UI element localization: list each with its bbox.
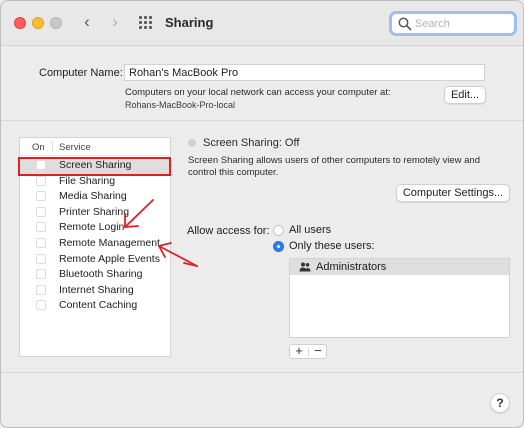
edit-hostname-button[interactable]: Edit...	[444, 86, 486, 104]
computer-name-field[interactable]	[124, 64, 485, 81]
all-users-label[interactable]: All users	[289, 224, 331, 236]
service-row[interactable]: Internet Sharing	[20, 283, 170, 299]
service-label: Internet Sharing	[59, 283, 134, 296]
forward-chevron-icon[interactable]: ›	[106, 13, 124, 33]
service-row[interactable]: Content Caching	[20, 298, 170, 314]
allowed-users-list: Administrators	[289, 258, 510, 338]
service-label: Remote Management	[59, 237, 160, 249]
service-checkbox[interactable]	[36, 253, 46, 264]
service-row[interactable]: Remote Login	[20, 220, 170, 236]
service-label: Media Sharing	[59, 190, 127, 203]
service-row[interactable]: Printer Sharing	[20, 205, 170, 221]
service-checkbox[interactable]	[36, 206, 46, 217]
service-row[interactable]: Remote Apple Events	[20, 252, 170, 268]
service-row[interactable]: Bluetooth Sharing	[20, 267, 170, 283]
show-all-grid-icon[interactable]	[139, 16, 154, 31]
minimize-window-button[interactable]	[32, 17, 44, 29]
column-header-on[interactable]: On	[32, 142, 45, 153]
service-list-header: On Service	[20, 138, 170, 156]
user-label: Administrators	[316, 261, 387, 273]
divider	[1, 120, 523, 121]
service-label: Remote Apple Events	[59, 252, 160, 265]
divider	[1, 372, 523, 373]
sharing-window: ‹ › Sharing Computer Name: Computers on …	[0, 0, 524, 428]
screen-sharing-highlight-box	[18, 157, 171, 176]
only-these-users-label[interactable]: Only these users:	[289, 240, 375, 252]
back-chevron-icon[interactable]: ‹	[78, 13, 96, 33]
local-hostname: Rohans-MacBook-Pro-local	[125, 100, 236, 110]
service-checkbox[interactable]	[36, 284, 46, 295]
service-checkbox[interactable]	[36, 300, 46, 311]
search-input[interactable]	[415, 16, 510, 32]
service-row[interactable]: Remote Management	[20, 236, 170, 252]
service-label: Bluetooth Sharing	[59, 268, 143, 281]
group-icon	[299, 262, 311, 272]
only-these-users-radio[interactable]	[273, 241, 284, 252]
zoom-window-button[interactable]	[50, 17, 62, 29]
service-label: Remote Login	[59, 221, 125, 234]
local-network-description: Computers on your local network can acce…	[125, 87, 391, 98]
service-checkbox[interactable]	[36, 238, 46, 248]
help-button[interactable]: ?	[490, 393, 510, 413]
service-checkbox[interactable]	[36, 269, 46, 280]
computer-name-label: Computer Name:	[39, 67, 123, 79]
allow-access-label: Allow access for:	[187, 225, 270, 237]
service-label: Printer Sharing	[59, 205, 130, 218]
service-label: File Sharing	[59, 174, 116, 187]
column-header-service[interactable]: Service	[59, 142, 91, 153]
status-indicator-icon	[188, 139, 196, 147]
service-label: Content Caching	[59, 299, 138, 312]
add-user-button[interactable]: +	[290, 344, 308, 359]
remove-user-button[interactable]: −	[309, 344, 327, 359]
service-checkbox[interactable]	[36, 191, 46, 202]
service-checkbox[interactable]	[36, 175, 46, 186]
search-icon	[398, 17, 412, 31]
screen-sharing-status: Screen Sharing: Off	[203, 137, 300, 149]
service-row[interactable]: Media Sharing	[20, 189, 170, 205]
search-field[interactable]	[389, 11, 517, 36]
arrow-to-remote-management-tail	[183, 262, 198, 267]
column-separator	[52, 141, 53, 153]
service-checkbox[interactable]	[36, 222, 46, 233]
all-users-radio[interactable]	[273, 225, 284, 236]
screen-sharing-description: Screen Sharing allows users of other com…	[188, 155, 480, 178]
add-remove-users-control: + −	[289, 344, 327, 359]
user-row[interactable]: Administrators	[290, 259, 509, 275]
close-window-button[interactable]	[14, 17, 26, 29]
computer-settings-button[interactable]: Computer Settings...	[396, 184, 510, 202]
window-title: Sharing	[165, 15, 214, 30]
toolbar: ‹ › Sharing	[1, 1, 523, 46]
